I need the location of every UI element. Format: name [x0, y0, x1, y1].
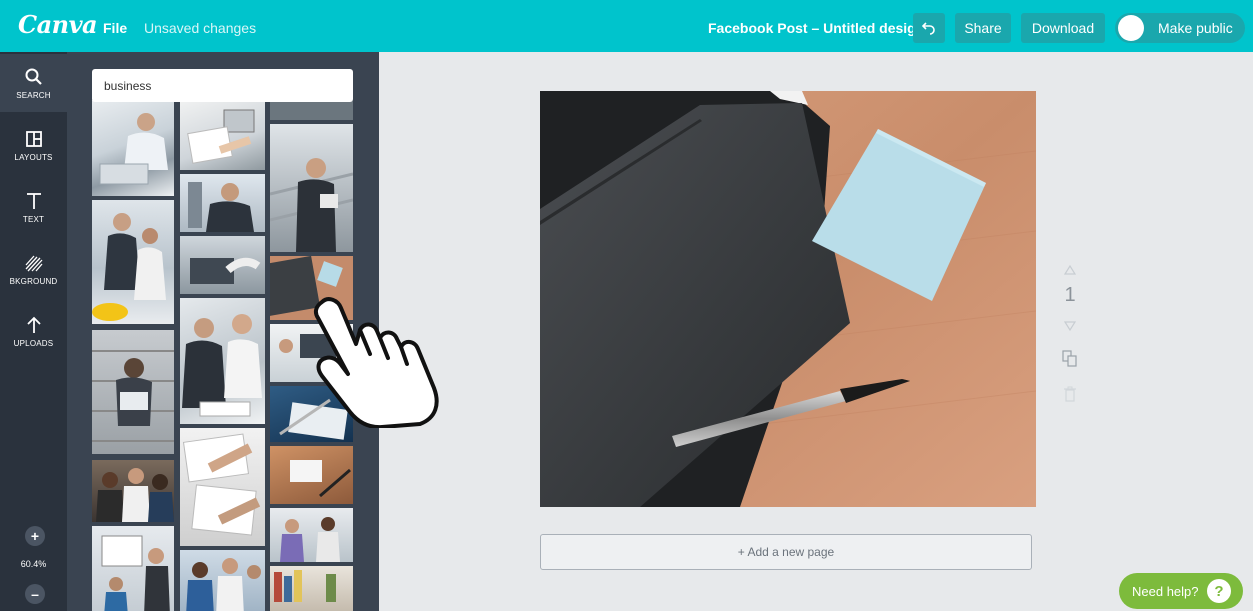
image-thumbnail — [280, 517, 340, 562]
image-result-whiteboard[interactable] — [92, 526, 174, 611]
image-result-bookshelf[interactable] — [270, 566, 353, 611]
zoom-out-button[interactable]: – — [25, 584, 45, 604]
undo-button[interactable] — [913, 13, 945, 43]
image-result-workstation[interactable] — [270, 324, 353, 382]
image-thumbnail — [92, 213, 166, 321]
image-result-group-office[interactable] — [92, 460, 174, 522]
image-result-meeting-table[interactable] — [270, 508, 353, 562]
trash-icon — [1064, 386, 1076, 402]
image-thumbnail — [290, 460, 351, 498]
top-bar: Canva File Unsaved changes Facebook Post… — [0, 0, 1253, 52]
canva-logo[interactable]: Canva — [18, 10, 98, 39]
add-new-page-button[interactable]: + Add a new page — [540, 534, 1032, 570]
tool-sidebar: SEARCH LAYOUTS TEXT BKGROUND UPLOADS + 6… — [0, 52, 67, 611]
image-result-desk-phone[interactable] — [180, 236, 265, 294]
duplicate-page-button[interactable] — [1056, 350, 1084, 368]
tool-layouts-label: LAYOUTS — [14, 152, 53, 162]
image-result-calculator-notes[interactable] — [180, 100, 265, 170]
image-result-phone-call[interactable] — [180, 174, 265, 232]
search-icon — [25, 68, 42, 85]
tool-uploads-label: UPLOADS — [13, 338, 54, 348]
triangle-up-icon — [1063, 264, 1077, 275]
image-thumbnail — [279, 398, 348, 440]
image-result-desk-card[interactable] — [270, 446, 353, 504]
image-thumbnail — [270, 158, 353, 252]
document-title[interactable]: Facebook Post – Untitled design — [708, 20, 924, 36]
search-panel — [67, 52, 379, 611]
tool-uploads[interactable]: UPLOADS — [0, 302, 67, 360]
image-result-notebook-sticky[interactable] — [270, 256, 353, 320]
need-help-label: Need help? — [1132, 584, 1199, 599]
make-public-label: Make public — [1158, 20, 1233, 36]
save-status: Unsaved changes — [144, 20, 257, 36]
text-icon — [26, 192, 41, 209]
question-icon: ? — [1207, 579, 1231, 603]
image-result-businessman-laptop[interactable] — [92, 100, 174, 196]
tool-background[interactable]: BKGROUND — [0, 240, 67, 298]
make-public-toggle[interactable]: Make public — [1115, 13, 1245, 43]
upload-icon — [26, 316, 41, 333]
file-menu[interactable]: File — [103, 20, 127, 36]
image-thumbnail — [279, 334, 336, 358]
tool-search[interactable]: SEARCH — [0, 54, 67, 112]
tool-layouts[interactable]: LAYOUTS — [0, 116, 67, 174]
image-result-stairs-laptop[interactable] — [92, 330, 174, 454]
image-thumbnail — [92, 350, 174, 442]
image-result-businessman-railing[interactable] — [270, 124, 353, 252]
image-result-signing-documents[interactable] — [180, 428, 265, 546]
image-result-top-partial[interactable] — [270, 100, 353, 120]
background-icon — [25, 255, 42, 271]
image-result-team-laptop[interactable] — [180, 550, 265, 611]
undo-icon — [922, 22, 935, 35]
image-result-colleagues-desk[interactable] — [180, 298, 265, 424]
zoom-in-button[interactable]: + — [25, 526, 45, 546]
need-help-button[interactable]: Need help? ? — [1119, 573, 1243, 609]
search-input[interactable] — [92, 69, 353, 102]
image-result-team-meeting[interactable] — [92, 200, 174, 324]
image-thumbnail — [187, 109, 255, 164]
design-canvas[interactable] — [540, 91, 1036, 507]
canvas-photo-notebook-desk — [540, 91, 1036, 507]
image-thumbnail — [274, 570, 336, 602]
delete-page-button[interactable] — [1056, 386, 1084, 404]
page-number: 1 — [1064, 284, 1076, 306]
image-thumbnail — [190, 257, 261, 284]
image-thumbnail — [96, 468, 174, 522]
image-thumbnail — [99, 113, 168, 185]
copy-icon — [1062, 350, 1077, 367]
download-button[interactable]: Download — [1021, 13, 1105, 43]
move-page-up-button[interactable] — [1056, 262, 1084, 276]
move-page-down-button[interactable] — [1056, 318, 1084, 332]
image-thumbnail — [182, 433, 261, 536]
share-button[interactable]: Share — [955, 13, 1011, 43]
image-thumbnail — [188, 182, 254, 232]
tool-search-label: SEARCH — [16, 90, 51, 100]
canva-editor: Canva File Unsaved changes Facebook Post… — [0, 0, 1253, 611]
tool-text-label: TEXT — [22, 214, 45, 224]
image-result-graph-pen[interactable] — [270, 386, 353, 442]
image-thumbnail — [186, 558, 261, 611]
image-thumbnail — [270, 256, 343, 317]
tool-text[interactable]: TEXT — [0, 178, 67, 236]
zoom-level: 60.4% — [20, 559, 47, 569]
tool-background-label: BKGROUND — [9, 276, 58, 286]
triangle-down-icon — [1063, 321, 1077, 332]
image-thumbnail — [101, 535, 170, 611]
image-thumbnail — [182, 314, 262, 417]
layouts-icon — [25, 130, 42, 147]
toggle-knob — [1118, 15, 1144, 41]
